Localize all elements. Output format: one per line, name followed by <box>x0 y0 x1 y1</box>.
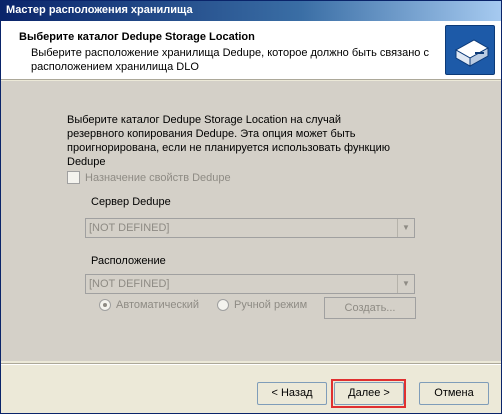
dedupe-properties-checkbox-row[interactable]: Назначение свойств Dedupe <box>67 171 231 184</box>
back-button[interactable]: < Назад <box>257 382 327 405</box>
chevron-down-icon[interactable]: ▼ <box>397 219 414 237</box>
window-title: Мастер расположения хранилища <box>6 4 193 16</box>
create-button[interactable]: Создать... <box>324 297 416 319</box>
wizard-window: Мастер расположения хранилища Выберите к… <box>0 0 502 414</box>
wizard-body: Выберите каталог Dedupe Storage Location… <box>1 81 501 361</box>
location-select[interactable]: [NOT DEFINED] ▼ <box>85 274 415 294</box>
chevron-down-icon[interactable]: ▼ <box>397 275 414 293</box>
radio-automatic-label: Автоматический <box>116 299 200 311</box>
radio-manual[interactable] <box>217 299 229 311</box>
server-value: [NOT DEFINED] <box>89 222 170 234</box>
header-subtitle: Выберите расположение хранилища Dedupe, … <box>31 47 429 73</box>
header-title: Выберите каталог Dedupe Storage Location <box>19 31 255 43</box>
radio-manual-row[interactable]: Ручной режим <box>217 299 307 311</box>
wizard-header: Выберите каталог Dedupe Storage Location… <box>1 21 501 80</box>
radio-automatic-row[interactable]: Автоматический <box>99 299 199 311</box>
server-label: Сервер Dedupe <box>91 196 171 208</box>
location-value: [NOT DEFINED] <box>89 278 170 290</box>
dedupe-properties-checkbox[interactable] <box>67 171 80 184</box>
location-label: Расположение <box>91 255 166 267</box>
footer-divider <box>1 363 501 365</box>
cancel-button[interactable]: Отмена <box>419 382 489 405</box>
description-text: Выберите каталог Dedupe Storage Location… <box>67 114 391 168</box>
next-button[interactable]: Далее > <box>334 382 404 405</box>
title-bar: Мастер расположения хранилища <box>1 1 501 21</box>
dedupe-properties-label: Назначение свойств Dedupe <box>85 171 231 184</box>
radio-automatic[interactable] <box>99 299 111 311</box>
radio-manual-label: Ручной режим <box>234 299 308 311</box>
storage-wizard-icon <box>445 25 495 75</box>
server-select[interactable]: [NOT DEFINED] ▼ <box>85 218 415 238</box>
